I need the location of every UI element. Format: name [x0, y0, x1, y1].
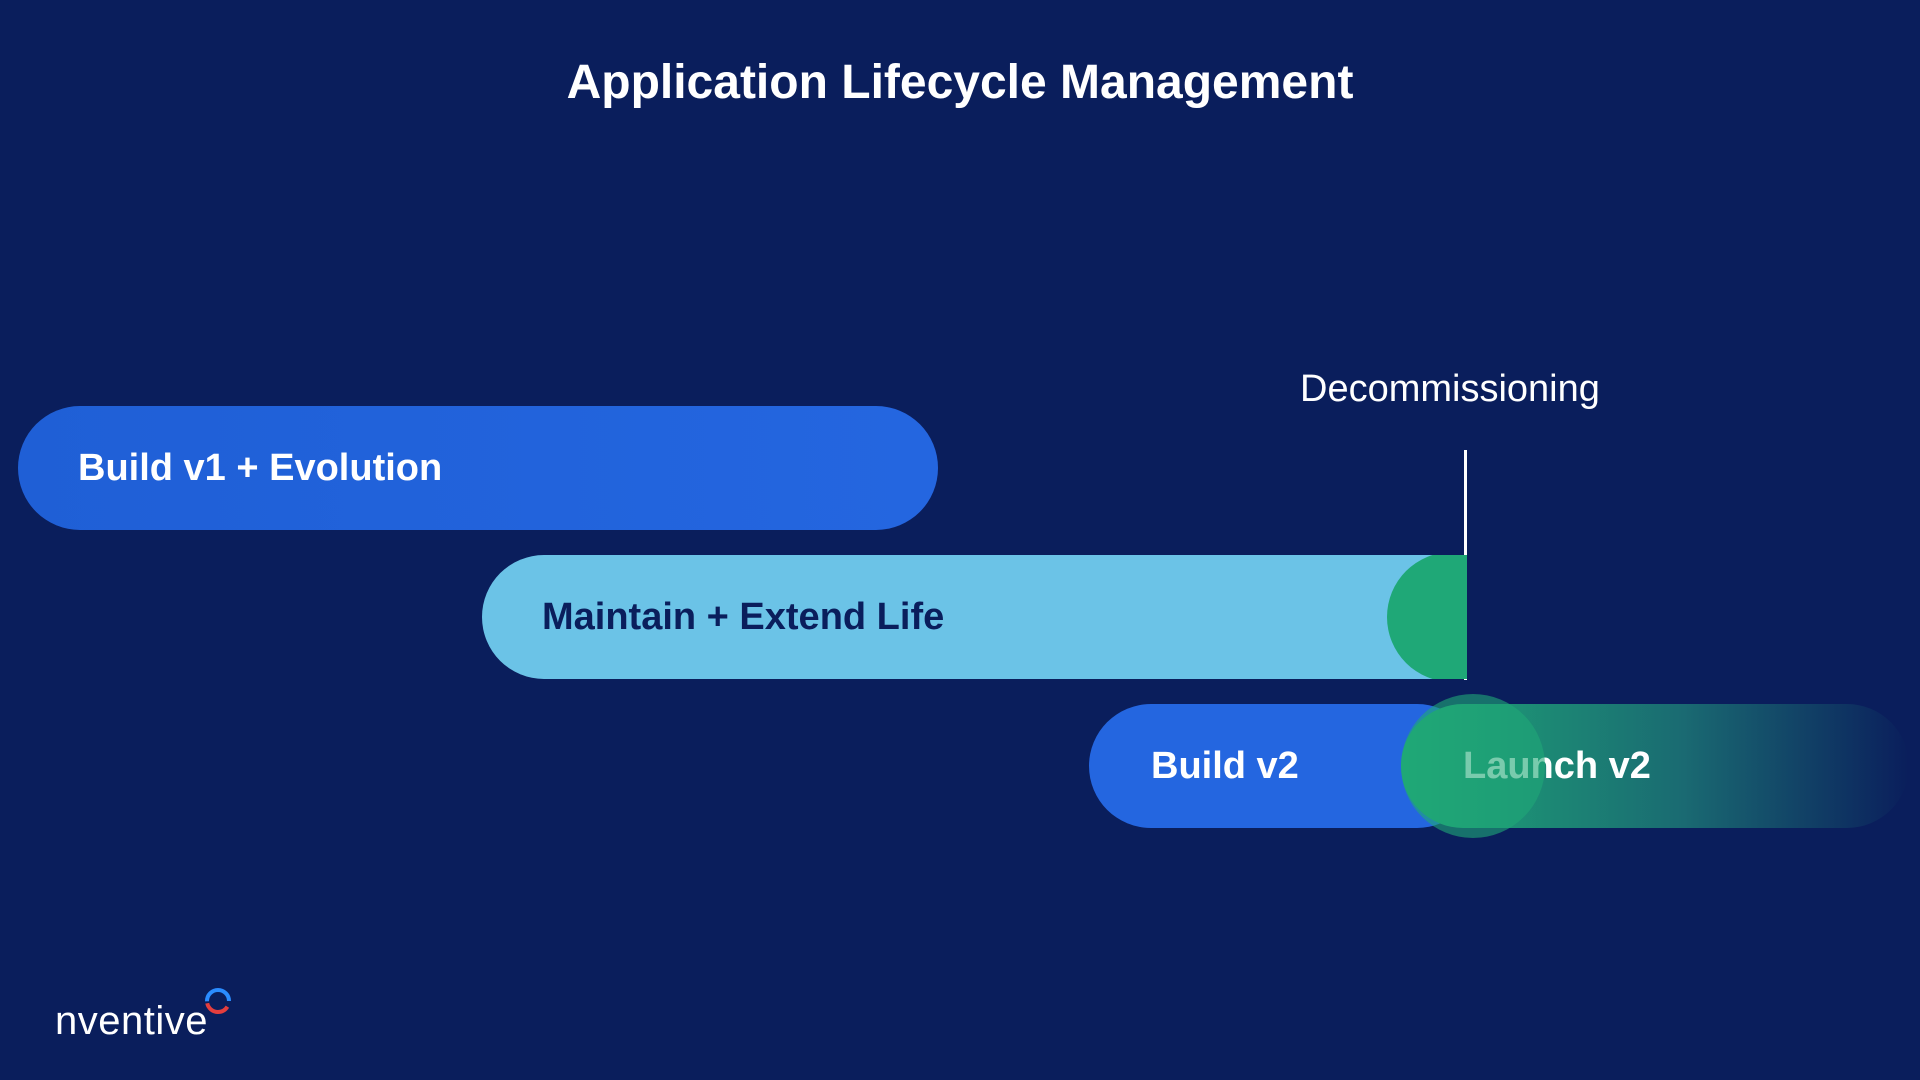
bar-maintain: Maintain + Extend Life [482, 555, 1467, 679]
brand-logo-text: nventive [55, 999, 208, 1044]
bar-build-v1-label: Build v1 + Evolution [78, 447, 442, 490]
page-title: Application Lifecycle Management [0, 55, 1920, 110]
bar-build-v2-label: Build v2 [1151, 745, 1299, 788]
v2-row: Build v2 Launch v2 [1089, 704, 1909, 828]
brand-logo-icon [205, 988, 231, 1019]
brand-logo: nventive [55, 999, 234, 1044]
bar-build-v1: Build v1 + Evolution [18, 406, 938, 530]
launch-v2-circle-icon [1401, 694, 1545, 838]
bar-maintain-end-circle-icon [1387, 555, 1467, 679]
decommissioning-label: Decommissioning [1300, 368, 1600, 411]
bar-maintain-label: Maintain + Extend Life [542, 596, 944, 639]
